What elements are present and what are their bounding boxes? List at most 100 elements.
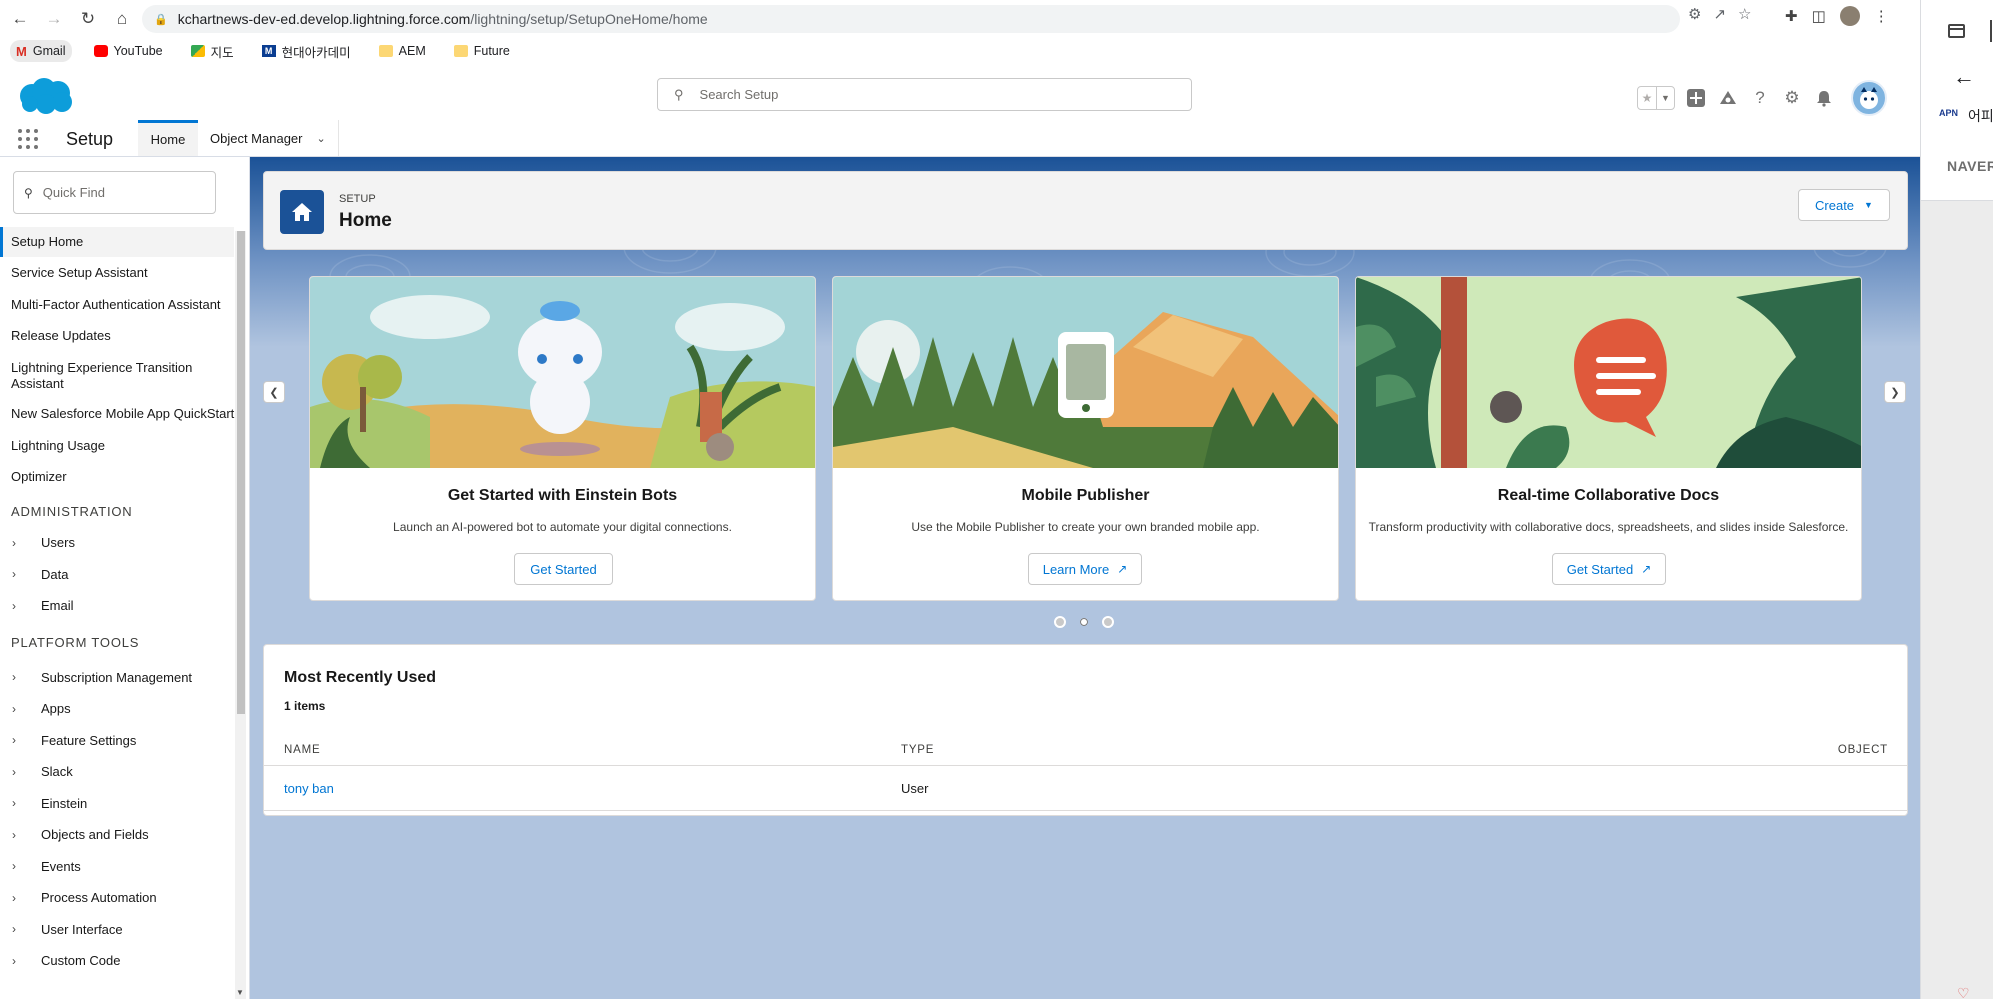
column-header-name[interactable]: NAME	[284, 744, 320, 756]
chevron-right-icon[interactable]: ›	[12, 922, 26, 936]
favorites-dropdown-icon[interactable]: ▼	[1656, 87, 1674, 109]
create-button[interactable]: Create ▼	[1798, 189, 1890, 221]
help-icon[interactable]: ?	[1749, 87, 1771, 109]
heart-icon[interactable]: ♡	[1957, 985, 1970, 999]
sidebar-item-feature-settings[interactable]: › Feature Settings	[0, 724, 234, 756]
sidebar-item-mfa-assistant[interactable]: Multi-Factor Authentication Assistant	[0, 289, 234, 320]
reload-icon[interactable]: ↻	[74, 5, 102, 33]
carousel-card-collaborative-docs: Real-time Collaborative Docs Transform p…	[1355, 276, 1862, 601]
sidebar-item-einstein[interactable]: › Einstein	[0, 787, 234, 819]
carousel-dot-3[interactable]	[1102, 616, 1114, 628]
tab-search-icon[interactable]	[1948, 24, 1965, 38]
bookmark-hyundai-academy[interactable]: M 현대아카데미	[256, 40, 357, 62]
get-started-button[interactable]: Get Started	[514, 553, 613, 585]
learn-more-button[interactable]: Learn More ↗	[1028, 553, 1142, 585]
menu-icon[interactable]: ⋮	[1874, 7, 1889, 25]
get-started-external-button[interactable]: Get Started ↗	[1552, 553, 1666, 585]
translate-icon[interactable]: ⚙	[1688, 5, 1701, 23]
sidebar-item-optimizer[interactable]: Optimizer	[0, 461, 234, 493]
extensions-icon[interactable]: ✚	[1785, 7, 1798, 25]
sidebar-item-apps[interactable]: › Apps	[0, 693, 234, 724]
chevron-right-icon[interactable]: ›	[12, 765, 26, 779]
side-panel-divider	[1990, 20, 1992, 42]
sidebar-scrollbar[interactable]	[235, 231, 246, 999]
scrollbar-thumb[interactable]	[237, 231, 245, 714]
sidebar-item-email[interactable]: › Email	[0, 590, 234, 621]
sidebar-item-data[interactable]: › Data	[0, 558, 234, 590]
gmail-icon: M	[16, 43, 27, 59]
home-icon	[280, 190, 324, 234]
home-icon[interactable]: ⌂	[108, 5, 136, 33]
bookmark-label: AEM	[398, 44, 426, 58]
chevron-right-icon[interactable]: ›	[12, 670, 26, 684]
sidebar-item-user-interface[interactable]: › User Interface	[0, 913, 234, 945]
trailhead-icon[interactable]	[1717, 87, 1739, 109]
bookmark-maps[interactable]: 지도	[185, 40, 240, 62]
carousel-next-button[interactable]: ❯	[1884, 381, 1906, 403]
bookmark-aem[interactable]: AEM	[373, 40, 432, 62]
chevron-right-icon[interactable]: ›	[12, 702, 26, 716]
sidebar-item-custom-code[interactable]: › Custom Code	[0, 945, 234, 976]
sidebar-item-process-automation[interactable]: › Process Automation	[0, 882, 234, 913]
favorites-star-icon[interactable]: ★	[1638, 87, 1656, 109]
setup-gear-icon[interactable]: ⚙	[1781, 87, 1803, 109]
section-platform-tools: PLATFORM TOOLS	[11, 635, 140, 650]
apn-logo: APN	[1939, 108, 1959, 118]
user-avatar[interactable]	[1851, 80, 1887, 116]
bookmark-star-icon[interactable]: ☆	[1738, 5, 1751, 23]
chevron-right-icon[interactable]: ›	[12, 733, 26, 747]
sidebar-item-objects-and-fields[interactable]: › Objects and Fields	[0, 819, 234, 850]
sidebar-item-events[interactable]: › Events	[0, 850, 234, 882]
bookmark-youtube[interactable]: YouTube	[88, 40, 169, 62]
profile-avatar[interactable]	[1839, 6, 1860, 26]
chevron-right-icon[interactable]: ›	[12, 954, 26, 968]
side-panel-headline[interactable]: 어피	[1968, 106, 1993, 126]
notifications-bell-icon[interactable]	[1813, 87, 1835, 109]
sidebar-item-slack[interactable]: › Slack	[0, 756, 234, 787]
create-label: Create	[1815, 197, 1855, 213]
bookmark-future[interactable]: Future	[448, 40, 516, 62]
header-tools: ★ ▼ ? ⚙	[1637, 80, 1887, 116]
share-icon[interactable]: ↗	[1713, 5, 1726, 23]
naver-label[interactable]: NAVER	[1947, 158, 1993, 174]
column-header-type[interactable]: TYPE	[901, 744, 934, 756]
scroll-down-arrow-icon[interactable]: ▼	[236, 988, 244, 997]
sidebar-item-lex-transition-assistant[interactable]: Lightning Experience Transition Assistan…	[0, 352, 234, 398]
back-icon[interactable]: ←	[6, 5, 34, 33]
sidebar-item-service-setup-assistant[interactable]: Service Setup Assistant	[0, 257, 234, 289]
bookmark-gmail[interactable]: M Gmail	[10, 40, 72, 62]
global-search-input[interactable]: ⚲ Search Setup	[657, 78, 1192, 111]
forward-icon[interactable]: →	[40, 5, 68, 33]
carousel-prev-button[interactable]: ❮	[263, 381, 285, 403]
page-title: Home	[339, 210, 392, 231]
sidebar-item-mobile-app-quickstart[interactable]: New Salesforce Mobile App QuickStart	[0, 398, 234, 430]
app-launcher-icon[interactable]	[18, 129, 38, 149]
chevron-right-icon[interactable]: ›	[12, 891, 26, 905]
chevron-right-icon[interactable]: ›	[12, 599, 26, 613]
chevron-down-icon[interactable]: ⌄	[317, 132, 326, 145]
chevron-right-icon[interactable]: ›	[12, 859, 26, 873]
sidebar-item-release-updates[interactable]: Release Updates	[0, 320, 234, 352]
sidebar-item-users[interactable]: › Users	[0, 527, 234, 558]
carousel-dot-1[interactable]	[1054, 616, 1066, 628]
record-link[interactable]: tony ban	[284, 781, 334, 796]
tab-home[interactable]: Home	[138, 120, 198, 156]
chevron-right-icon[interactable]: ›	[12, 828, 26, 842]
sidebar-item-setup-home[interactable]: Setup Home	[0, 227, 234, 257]
quick-find-input[interactable]: ⚲ Quick Find	[13, 171, 216, 214]
sidebar-item-lightning-usage[interactable]: Lightning Usage	[0, 430, 234, 461]
global-actions-icon[interactable]	[1685, 87, 1707, 109]
mru-count: 1 items	[284, 699, 326, 713]
address-bar[interactable]: 🔒 kchartnews-dev-ed.develop.lightning.fo…	[142, 5, 1680, 33]
chevron-right-icon[interactable]: ›	[12, 567, 26, 581]
side-panel-icon[interactable]: ◫	[1812, 7, 1826, 25]
tab-object-manager[interactable]: Object Manager ⌄	[198, 120, 339, 156]
carousel-dot-2[interactable]	[1078, 616, 1090, 628]
column-header-object[interactable]: OBJECT	[1838, 744, 1888, 756]
chevron-right-icon[interactable]: ›	[12, 536, 26, 550]
chevron-right-icon[interactable]: ›	[12, 796, 26, 810]
salesforce-logo[interactable]	[16, 76, 76, 121]
back-arrow-icon[interactable]: ←	[1953, 64, 1975, 90]
sidebar-item-subscription-management[interactable]: › Subscription Management	[0, 661, 234, 693]
folder-icon	[378, 45, 393, 57]
